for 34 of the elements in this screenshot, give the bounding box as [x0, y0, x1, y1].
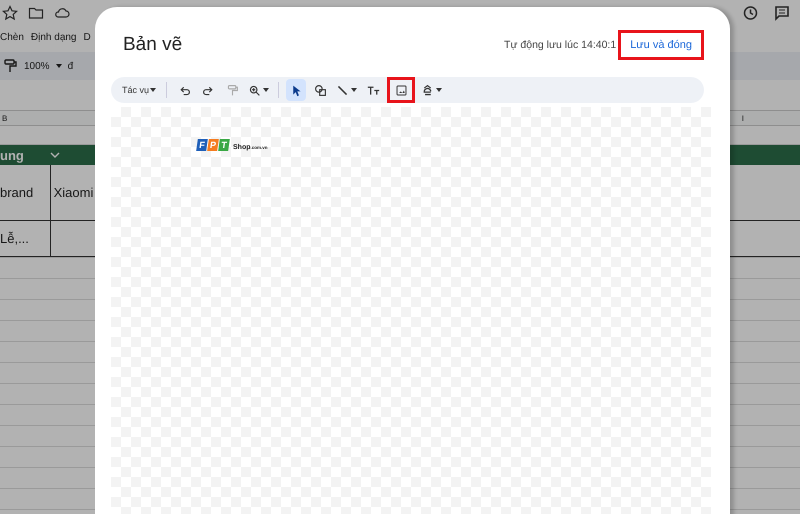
line-icon: [336, 84, 350, 96]
paint-icon: [226, 84, 239, 96]
shape-icon: [314, 84, 327, 96]
currency-button[interactable]: đ: [68, 60, 74, 72]
star-icon[interactable]: [2, 5, 18, 21]
caret-icon[interactable]: [263, 88, 270, 92]
group-header-cell-text: ung: [0, 148, 25, 162]
menu-item[interactable]: Định dạng: [30, 32, 76, 42]
comment-icon[interactable]: [774, 5, 790, 21]
select-tool-button[interactable]: [286, 79, 306, 101]
history-icon[interactable]: [742, 5, 758, 21]
column-header: B: [2, 114, 8, 122]
text-icon: [366, 84, 380, 96]
zoom-dropdown[interactable]: 100%: [24, 60, 50, 72]
column-header: I: [742, 114, 744, 122]
table-cell: brand: [0, 185, 34, 200]
menu-item[interactable]: Chèn: [0, 32, 24, 42]
zoom-icon: [248, 84, 262, 96]
paint-format-icon[interactable]: [2, 58, 18, 74]
menu-item[interactable]: D: [84, 32, 91, 42]
save-and-close-button[interactable]: Lưu và đóng: [618, 30, 704, 60]
table-cell: Xiaomi: [54, 185, 94, 200]
image-icon: [394, 84, 408, 96]
actions-menu[interactable]: Tác vụ: [119, 85, 160, 95]
caret-icon[interactable]: [436, 88, 442, 92]
chevron-down-icon[interactable]: [50, 152, 60, 158]
caret-icon: [56, 64, 62, 68]
folder-icon[interactable]: [28, 5, 44, 21]
caret-icon[interactable]: [351, 88, 358, 92]
dialog-title: Bản vẽ: [123, 34, 184, 56]
autosave-status: Tự động lưu lúc 14:40:1: [504, 39, 616, 51]
image-tool-button[interactable]: [387, 77, 416, 103]
caret-icon: [150, 88, 156, 92]
table-cell: Lễ,...: [0, 231, 29, 246]
